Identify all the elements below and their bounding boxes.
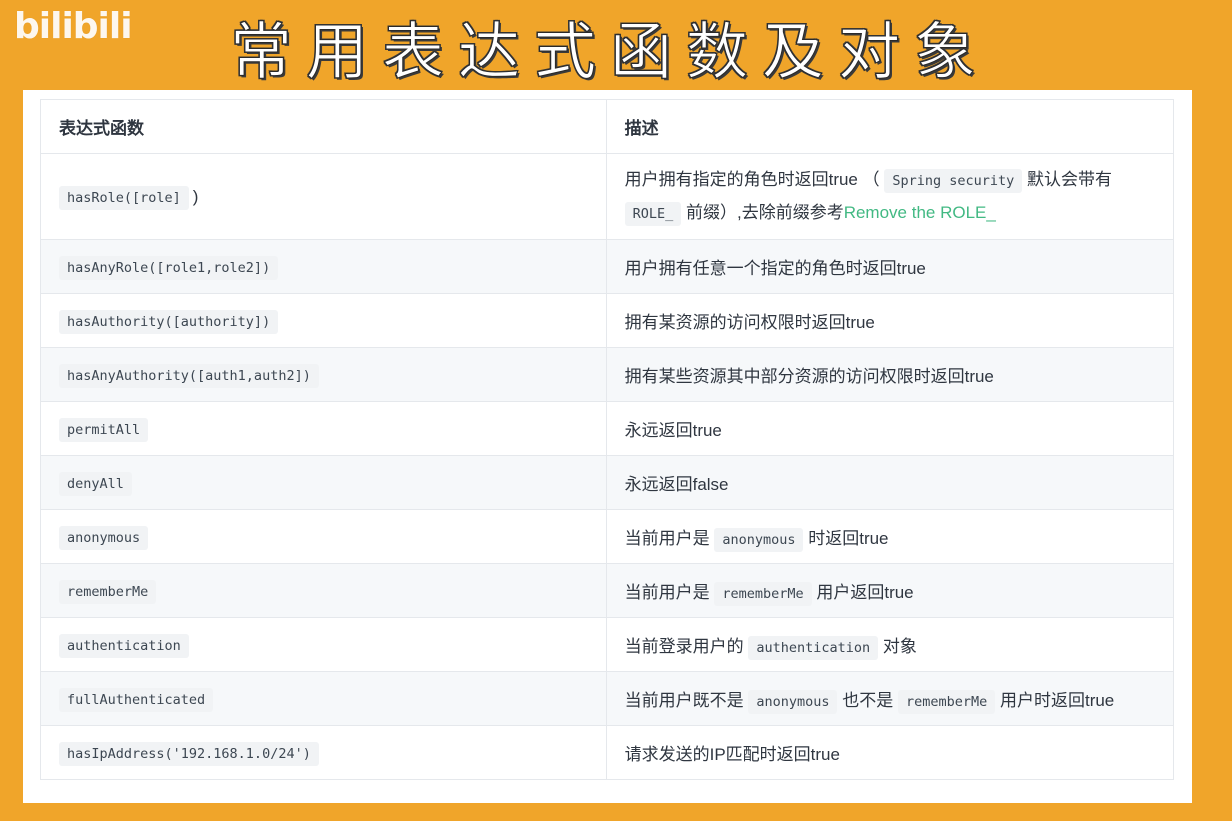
expression-code: denyAll [59, 471, 132, 496]
expression-code: permitAll [59, 417, 149, 442]
expression-suffix: ) [192, 186, 199, 206]
description-text: 对象 [882, 637, 917, 656]
table-row: denyAll 永远返回false [40, 455, 1175, 510]
table-panel: 表达式函数 描述 hasRole([role]) 用户拥有指定的角色时返回tru… [23, 90, 1192, 803]
inline-code: anonymous [748, 690, 838, 714]
description-text: 用户返回true [816, 583, 914, 602]
description-cell: 永远返回true [605, 401, 1175, 456]
expression-cell: fullAuthenticated [40, 671, 607, 726]
table-row: hasAnyRole([role1,role2]) 用户拥有任意一个指定的角色时… [40, 239, 1175, 294]
inline-code: authentication [748, 636, 879, 660]
description-cell: 拥有某资源的访问权限时返回true [605, 293, 1175, 348]
description-text: 用户拥有指定的角色时返回true （ [624, 169, 880, 189]
description-cell: 用户拥有指定的角色时返回true （ Spring security 默认会带有… [605, 153, 1175, 240]
description-cell: 当前用户既不是 anonymous 也不是 rememberMe 用户时返回tr… [605, 671, 1175, 726]
description-text: 当前用户是 [624, 583, 710, 602]
table-row: hasRole([role]) 用户拥有指定的角色时返回true （ Sprin… [40, 153, 1175, 240]
description-text: 用户时返回true [999, 691, 1115, 710]
expression-cell: permitAll [40, 401, 607, 456]
expression-code: authentication [59, 633, 189, 658]
expression-cell: hasIpAddress('192.168.1.0/24') [40, 725, 607, 780]
inline-code: Spring security [884, 168, 1023, 193]
expression-cell: hasRole([role]) [40, 153, 607, 240]
table-row: hasAuthority([authority]) 拥有某资源的访问权限时返回t… [40, 293, 1175, 348]
description-cell: 用户拥有任意一个指定的角色时返回true [605, 239, 1175, 294]
description-cell: 当前用户是 anonymous 时返回true [605, 509, 1175, 564]
table-row: hasIpAddress('192.168.1.0/24') 请求发送的IP匹配… [40, 725, 1175, 780]
expression-code: hasRole([role] [59, 185, 189, 210]
expression-code: rememberMe [59, 579, 157, 604]
header-expression: 表达式函数 [40, 99, 607, 154]
inline-code: ROLE_ [624, 201, 682, 226]
description-cell: 永远返回false [605, 455, 1175, 510]
expression-code: hasAuthority([authority]) [59, 309, 279, 334]
expression-cell: denyAll [40, 455, 607, 510]
expression-cell: authentication [40, 617, 607, 672]
table-header-row: 表达式函数 描述 [40, 99, 1175, 154]
description-cell: 请求发送的IP匹配时返回true [605, 725, 1175, 780]
description-text: 前缀）,去除前缀参考 [685, 202, 844, 222]
bilibili-logo: bilibili [14, 6, 133, 47]
description-text: 时返回true [808, 529, 889, 548]
description-cell: 当前用户是 rememberMe 用户返回true [605, 563, 1175, 618]
remove-role-prefix-link[interactable]: Remove the ROLE_ [844, 203, 996, 222]
description-text: 当前用户既不是 [624, 691, 744, 710]
table-row: rememberMe 当前用户是 rememberMe 用户返回true [40, 563, 1175, 618]
table-row: fullAuthenticated 当前用户既不是 anonymous 也不是 … [40, 671, 1175, 726]
expression-cell: hasAnyAuthority([auth1,auth2]) [40, 347, 607, 402]
table-row: permitAll 永远返回true [40, 401, 1175, 456]
inline-code: rememberMe [897, 690, 996, 714]
inline-code: anonymous [714, 528, 804, 552]
description-text: 也不是 [842, 691, 894, 710]
description-text: 当前用户是 [624, 529, 710, 548]
description-text: 当前登录用户的 [624, 637, 744, 656]
expression-code: hasIpAddress('192.168.1.0/24') [59, 741, 319, 766]
table-row: anonymous 当前用户是 anonymous 时返回true [40, 509, 1175, 564]
expression-code: fullAuthenticated [59, 687, 214, 712]
expression-code: hasAnyAuthority([auth1,auth2]) [59, 363, 319, 388]
header-description: 描述 [605, 99, 1175, 154]
expression-cell: rememberMe [40, 563, 607, 618]
description-cell: 拥有某些资源其中部分资源的访问权限时返回true [605, 347, 1175, 402]
inline-code: rememberMe [714, 582, 812, 606]
expression-code: hasAnyRole([role1,role2]) [59, 255, 279, 280]
table-row: authentication 当前登录用户的 authentication 对象 [40, 617, 1175, 672]
table-row: hasAnyAuthority([auth1,auth2]) 拥有某些资源其中部… [40, 347, 1175, 402]
expression-cell: anonymous [40, 509, 607, 564]
expression-cell: hasAuthority([authority]) [40, 293, 607, 348]
page-title: 常用表达式函数及对象 [229, 15, 990, 89]
expression-table: 表达式函数 描述 hasRole([role]) 用户拥有指定的角色时返回tru… [40, 99, 1175, 780]
expression-cell: hasAnyRole([role1,role2]) [40, 239, 607, 294]
description-text: 默认会带有 [1027, 169, 1113, 189]
description-cell: 当前登录用户的 authentication 对象 [605, 617, 1175, 672]
expression-code: anonymous [59, 525, 149, 550]
